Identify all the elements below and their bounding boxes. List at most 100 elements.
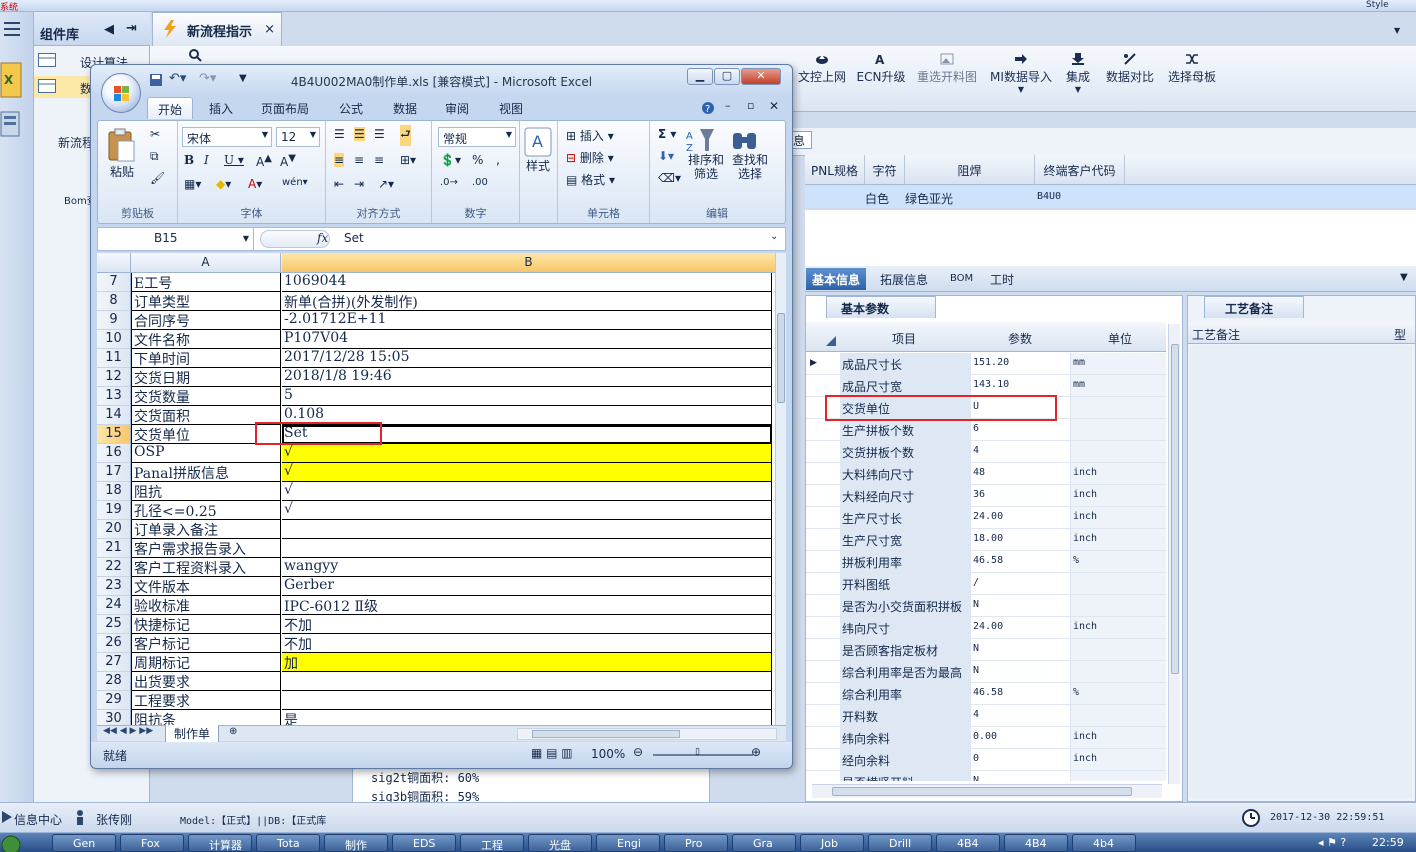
param-row[interactable]: 是否为小交货面积拼板 N — [806, 595, 1166, 617]
zoom-in-icon[interactable]: ⊕ — [751, 745, 761, 759]
format-cells-button[interactable]: ▤ 格式 ▾ — [566, 171, 615, 188]
param-unit[interactable]: inch — [1070, 749, 1166, 770]
ribbon-tab-view[interactable]: 视图 — [489, 97, 533, 119]
cell-value[interactable] — [282, 539, 772, 558]
params-hscroll[interactable] — [812, 784, 1162, 798]
param-value[interactable]: 36 — [970, 485, 1070, 506]
cell-value[interactable] — [282, 520, 772, 539]
font-color-icon[interactable]: A▾ — [248, 177, 262, 191]
param-value[interactable]: 48 — [970, 463, 1070, 484]
cell-value[interactable]: 不加 — [282, 615, 772, 634]
param-row[interactable]: 生产尺寸宽 18.00 inch — [806, 529, 1166, 551]
param-value[interactable]: 6 — [970, 419, 1070, 440]
taskbar-item[interactable]: 制作 — [324, 834, 388, 852]
new-flow-label[interactable]: 新流程 — [58, 134, 94, 151]
param-unit[interactable] — [1070, 705, 1166, 726]
decrease-decimal-icon[interactable]: .00 — [472, 177, 488, 188]
cell-label[interactable]: 工程要求 — [131, 691, 281, 710]
param-unit[interactable]: inch — [1070, 485, 1166, 506]
param-unit[interactable] — [1070, 661, 1166, 682]
grow-font-button[interactable]: A▲ — [256, 153, 272, 169]
font-size-box[interactable]: 12 ▼ — [276, 127, 320, 147]
param-value[interactable]: 24.00 — [970, 507, 1070, 528]
taskbar-item[interactable]: Fox — [120, 834, 184, 852]
excel-app-icon[interactable]: X — [0, 62, 22, 98]
param-value[interactable]: N — [970, 639, 1070, 660]
bold-button[interactable]: B — [184, 153, 194, 167]
borders-icon[interactable]: ▦▾ — [184, 177, 201, 191]
row-number[interactable]: 11 — [97, 349, 131, 368]
cell-value[interactable]: 2017/12/28 15:05 — [282, 349, 772, 368]
row-number[interactable]: 9 — [97, 311, 131, 330]
ribbon-tab-data[interactable]: 数据 — [383, 97, 427, 119]
underline-button[interactable]: U ▾ — [224, 153, 244, 167]
zoom-out-icon[interactable]: ⊖ — [633, 745, 643, 759]
cell-value[interactable]: wangyy — [282, 558, 772, 577]
cell-label[interactable]: 客户需求报告录入 — [131, 539, 281, 558]
param-unit[interactable]: inch — [1070, 617, 1166, 638]
cell-value[interactable]: Gerber — [282, 577, 772, 596]
ribbon-close-icon[interactable]: ✕ — [769, 99, 779, 113]
taskbar-item[interactable]: Pro — [664, 834, 728, 852]
taskbar-item[interactable]: Job — [800, 834, 864, 852]
doc-tab-new-flow[interactable]: 新流程指示 × — [152, 12, 282, 46]
ribbon-tab-formulas[interactable]: 公式 — [329, 97, 373, 119]
italic-button[interactable]: I — [204, 153, 209, 167]
toolbar-button-select-board[interactable]: 选择母板 — [1164, 50, 1220, 100]
param-row[interactable]: ▶ 成品尺寸长 151.20 mm — [806, 353, 1166, 375]
shrink-font-button[interactable]: A▼ — [280, 153, 296, 169]
cell-value[interactable] — [282, 672, 772, 691]
sheet-hscroll[interactable] — [517, 728, 777, 740]
help-icon[interactable]: ? — [701, 101, 715, 115]
remarks-body[interactable] — [1190, 346, 1412, 798]
ribbon-tab-insert[interactable]: 插入 — [199, 97, 243, 119]
cell-value[interactable] — [282, 691, 772, 710]
param-value[interactable]: N — [970, 661, 1070, 682]
cell-label[interactable]: E工号 — [131, 273, 281, 292]
zoom-level[interactable]: 100% — [591, 747, 625, 761]
wrap-text-icon[interactable]: ⮐ — [400, 125, 411, 146]
save-icon[interactable] — [149, 73, 163, 87]
sheet-tab-main[interactable]: 制作单 — [165, 725, 220, 743]
taskbar-item[interactable]: Drill — [868, 834, 932, 852]
param-value[interactable]: 46.58 — [970, 551, 1070, 572]
insert-sheet-icon[interactable]: ⊕ — [229, 726, 237, 737]
cell-value[interactable]: 不加 — [282, 634, 772, 653]
param-value[interactable]: 143.10 — [970, 375, 1070, 396]
grid-header-pnl[interactable]: PNL规格 — [805, 155, 865, 185]
param-value[interactable]: 18.00 — [970, 529, 1070, 550]
select-all-corner[interactable] — [97, 253, 131, 272]
phonetic-icon[interactable]: wén▾ — [282, 177, 308, 188]
align-center-icon[interactable]: ≡ — [354, 153, 364, 167]
cell-label[interactable]: 订单录入备注 — [131, 520, 281, 539]
param-unit[interactable] — [1070, 639, 1166, 660]
cell-label[interactable]: 文件版本 — [131, 577, 281, 596]
sheet-nav-icons[interactable]: ◀◀ ◀ ▶ ▶▶ — [103, 726, 153, 736]
clear-icon[interactable]: ⌫▾ — [658, 171, 681, 185]
cell-value[interactable]: √ — [282, 463, 772, 482]
fill-color-icon[interactable]: ◆▾ — [216, 177, 231, 191]
expand-formula-icon[interactable]: ⌄ — [770, 231, 778, 242]
param-row[interactable]: 纬向余料 0.00 inch — [806, 727, 1166, 749]
param-unit[interactable]: % — [1070, 551, 1166, 572]
tray-icons[interactable]: ◂ ⚑ ? — [1318, 836, 1346, 849]
param-row[interactable]: 拼板利用率 46.58% — [806, 551, 1166, 573]
align-bottom-icon[interactable]: ☰ — [374, 127, 385, 141]
info-center-label[interactable]: 信息中心 — [14, 811, 62, 828]
param-row[interactable]: 综合利用率是否为最高 N — [806, 661, 1166, 683]
param-unit[interactable]: inch — [1070, 507, 1166, 528]
param-unit[interactable] — [1070, 771, 1166, 781]
row-number[interactable]: 25 — [97, 615, 131, 634]
tab-basic-info[interactable]: 基本信息 — [806, 268, 867, 290]
cell-value[interactable]: 加 — [282, 653, 772, 672]
grid-tab-fragment[interactable]: 息 — [790, 131, 812, 149]
row-number[interactable]: 29 — [97, 691, 131, 710]
toolbar-overflow-icon[interactable]: ▼ — [1394, 26, 1400, 35]
row-number[interactable]: 7 — [97, 273, 131, 292]
row-number[interactable]: 30 — [97, 710, 131, 725]
copy-icon[interactable]: ⧉ — [150, 149, 159, 164]
styles-button[interactable]: A 样式 — [524, 127, 552, 174]
remarks-header-label[interactable]: 工艺备注 — [1192, 326, 1240, 343]
menu-icon[interactable] — [4, 20, 22, 38]
cell-label[interactable]: Panal拼版信息 — [131, 463, 281, 482]
